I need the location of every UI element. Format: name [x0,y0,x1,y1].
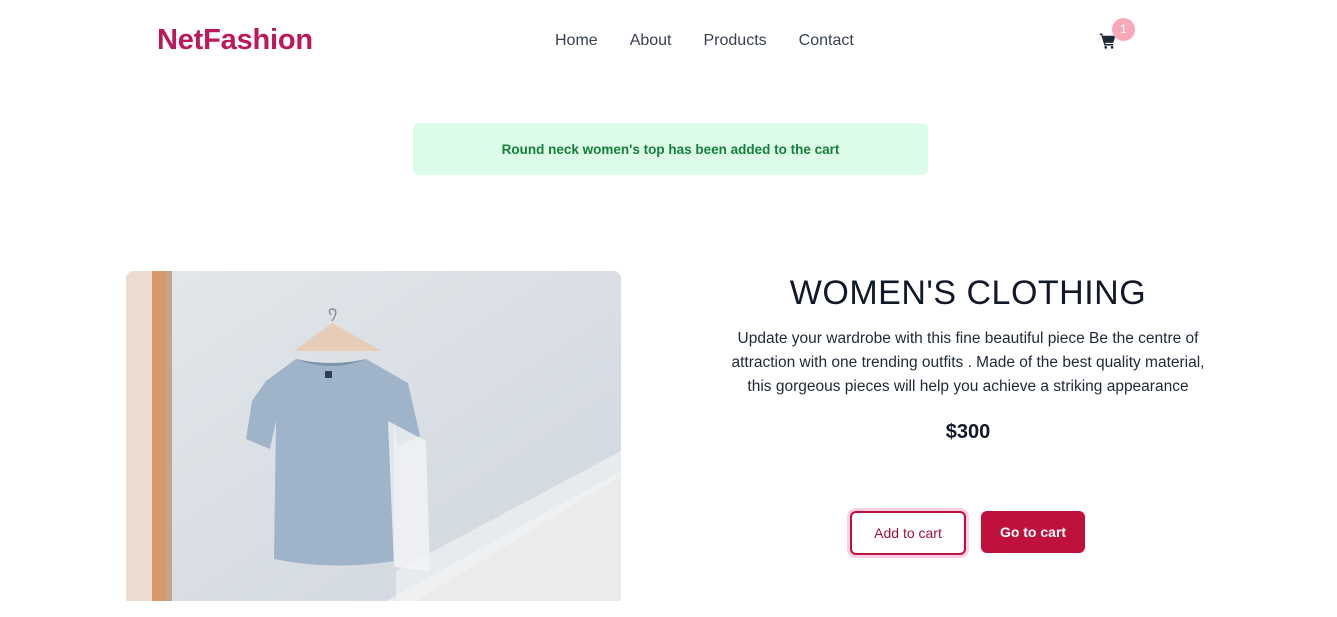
cart-count-badge: 1 [1112,18,1135,41]
nav-link-contact[interactable]: Contact [799,32,854,50]
alert-message: Round neck women's top has been added to… [501,141,840,157]
product-image [126,271,621,601]
product-category-title: WOMEN'S CLOTHING [789,274,1147,312]
nav-link-products[interactable]: Products [704,32,767,50]
nav-link-about[interactable]: About [630,32,672,50]
added-to-cart-alert: Round neck women's top has been added to… [413,123,928,175]
main-nav: Home About Products Contact [555,32,854,50]
navbar: NetFashion Home About Products Contact 1 [0,0,1337,84]
logo[interactable]: NetFashion [157,24,313,57]
product-details: WOMEN'S CLOTHING Update your wardrobe wi… [718,271,1218,555]
add-to-cart-button[interactable]: Add to cart [850,511,966,555]
product-description: Update your wardrobe with this fine beau… [731,330,1205,395]
action-buttons: Add to cart Go to cart [850,511,1085,555]
nav-link-home[interactable]: Home [555,32,598,50]
product-price: $300 [945,421,991,443]
go-to-cart-button[interactable]: Go to cart [981,511,1085,553]
